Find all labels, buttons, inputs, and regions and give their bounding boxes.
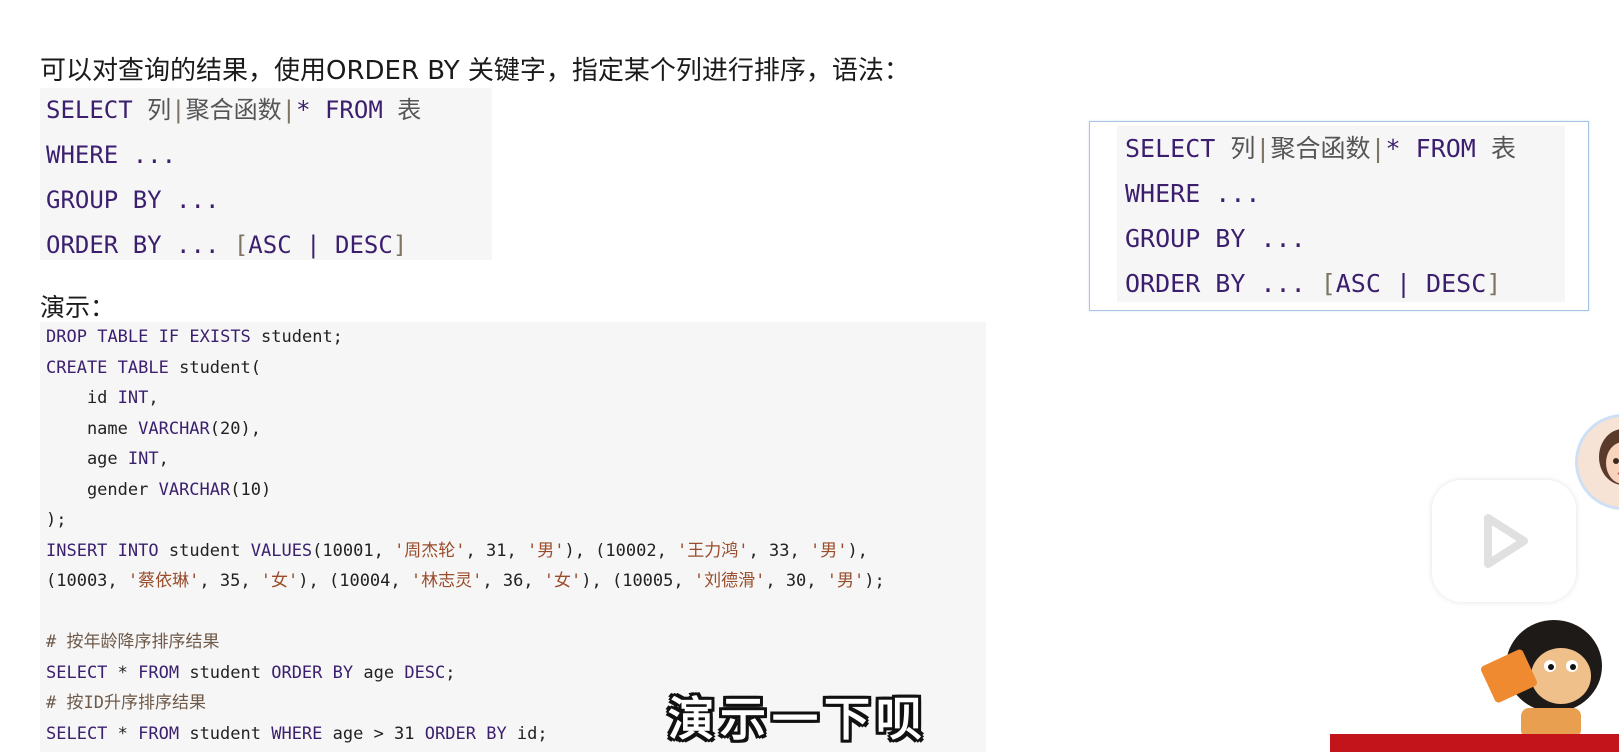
aggregate-word: 聚合函数 [185,96,282,124]
code-line: id INT, [46,388,159,408]
code-line: name VARCHAR(20), [46,418,261,439]
play-button-ear [1459,454,1487,478]
asc-desc-options: ASC | DESC [1335,269,1487,298]
brand-banner [1330,734,1619,752]
order-by-keyword: ORDER BY ... [1125,269,1306,298]
code-comment-line: # 按年龄降序排序结果 [46,632,220,652]
star-symbol: * [1385,134,1401,163]
syntax-callout-card: SELECT 列|聚合函数|* FROM 表 WHERE ... GROUP B… [1089,121,1589,311]
presenter-avatar [1575,414,1619,510]
code-line: DROP TABLE IF EXISTS student; [46,327,343,347]
monkey-mascot [1466,596,1619,754]
code-line: gender VARCHAR(10) [46,479,272,500]
play-button-ear [1521,454,1549,478]
callout-line-select: SELECT 列|聚合函数|* FROM 表 [1117,126,1565,171]
star-symbol: * [296,96,311,124]
code-line: (10003, '蔡依琳', 35, '女'), (10004, '林志灵', … [46,571,885,591]
syntax-line-order: ORDER BY ... [ASC | DESC] [40,223,492,268]
video-subtitle: 演示一下呗 [668,692,928,746]
intro-text: 可以对查询的结果，使用ORDER BY 关键字，指定某个列进行排序，语法： [40,56,910,86]
code-line: CREATE TABLE student( [46,357,261,378]
callout-line-where: WHERE ... [1125,179,1261,208]
callout-line-group: GROUP BY ... [1125,224,1306,253]
left-bracket: [ [233,231,249,259]
aggregate-word: 聚合函数 [1270,134,1371,163]
asc-desc-options: ASC | DESC [248,231,393,259]
syntax-line-group: GROUP BY ... [46,186,220,214]
play-button[interactable] [1432,480,1576,602]
syntax-line-where: WHERE ... [46,141,177,169]
from-keyword: FROM [1415,134,1476,163]
column-word: 列 [147,96,172,124]
right-bracket: ] [392,231,408,259]
order-by-keyword: ORDER BY ... [46,231,220,259]
code-line: age INT, [46,449,169,469]
pipe-separator: | [1255,134,1271,163]
select-keyword: SELECT [1125,134,1216,163]
column-word: 列 [1230,134,1256,163]
table-word: 表 [397,96,422,124]
pipe-separator: | [1370,134,1386,163]
callout-line-order: ORDER BY ... [ASC | DESC] [1117,261,1565,306]
play-icon [1484,514,1528,568]
syntax-callout-block: SELECT 列|聚合函数|* FROM 表 WHERE ... GROUP B… [1117,126,1565,302]
code-line: ); [46,510,67,530]
right-bracket: ] [1486,269,1502,298]
syntax-code-block: SELECT 列|聚合函数|* FROM 表 WHERE ... GROUP B… [40,88,492,260]
from-keyword: FROM [324,96,383,124]
code-line: INSERT INTO student VALUES(10001, '周杰轮',… [46,540,868,561]
select-keyword: SELECT [46,96,133,124]
pipe-separator: | [171,96,186,124]
pipe-separator: | [281,96,297,124]
syntax-line-select: SELECT 列|聚合函数|* FROM 表 [40,88,492,133]
left-bracket: [ [1320,269,1336,298]
demo-label: 演示： [40,293,116,322]
table-word: 表 [1490,134,1516,163]
